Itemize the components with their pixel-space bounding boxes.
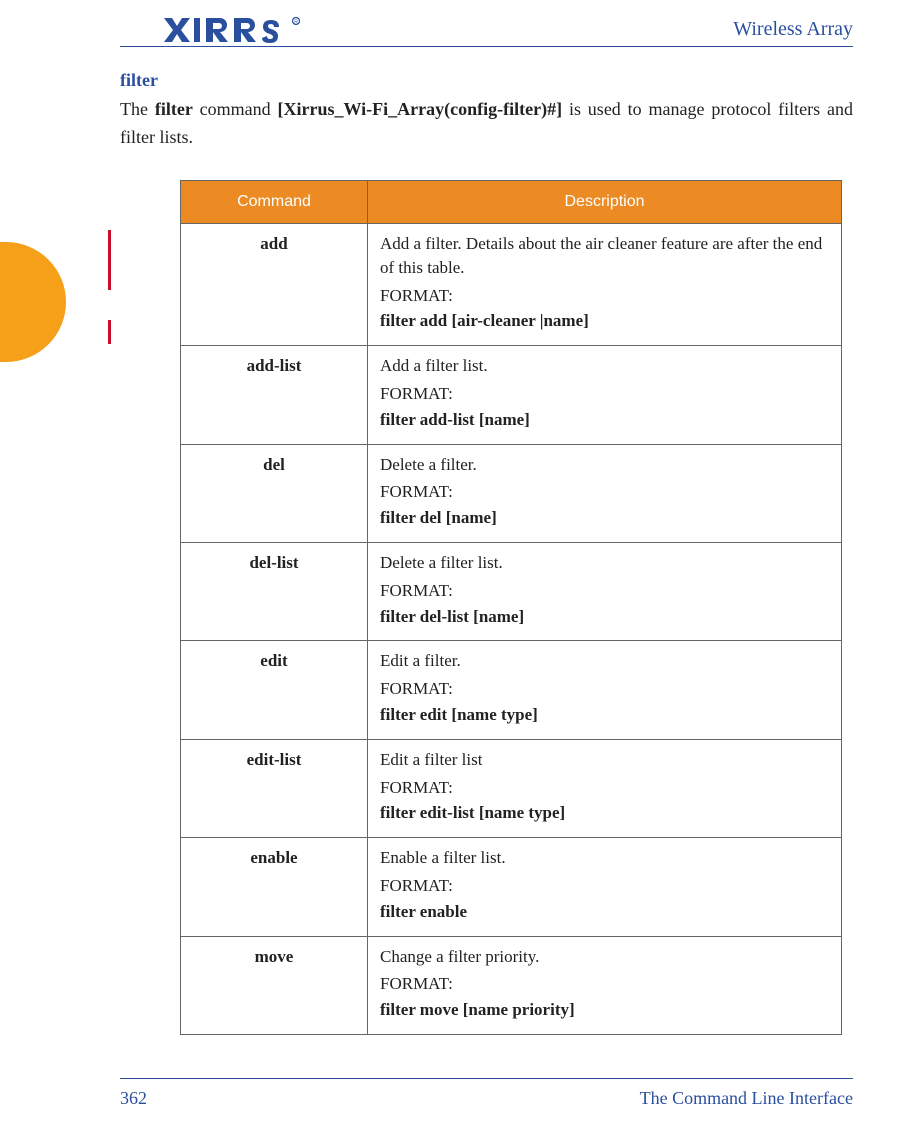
description-text: Change a filter priority. [380,945,829,969]
command-cell: edit [181,641,368,739]
xirrus-logo: R [164,16,304,44]
description-text: Delete a filter list. [380,551,829,575]
format-label: FORMAT: [380,284,829,308]
intro-text: command [193,99,278,119]
table-row: addAdd a filter. Details about the air c… [181,224,842,346]
command-cell: enable [181,838,368,936]
command-cell: del-list [181,542,368,640]
table-row: edit Edit a filter. FORMAT:filter edit [na… [181,641,842,739]
description-cell: Add a filter. Details about the air clea… [368,224,842,346]
header-doc-title: Wireless Array [733,18,853,41]
format-syntax: filter edit-list [name type] [380,801,829,825]
description-text: Delete a filter. [380,453,829,477]
header-rule [120,46,853,47]
table-row: del-list Delete a filter list. FORMAT:filt… [181,542,842,640]
column-header-description: Description [368,181,842,224]
format-syntax: filter move [name priority] [380,998,829,1022]
format-label: FORMAT: [380,972,829,996]
description-cell: Edit a filter. FORMAT:filter edit [name t… [368,641,842,739]
description-text: Add a filter. Details about the air clea… [380,232,829,280]
format-syntax: filter enable [380,900,829,924]
format-label: FORMAT: [380,382,829,406]
format-label: FORMAT: [380,480,829,504]
format-label: FORMAT: [380,677,829,701]
command-cell: edit-list [181,739,368,837]
table-row: edit-list Edit a filter list FORMAT:filter… [181,739,842,837]
intro-paragraph: The filter command [Xirrus_Wi-Fi_Array(c… [120,96,853,152]
table-row: add-list Add a filter list. FORMAT:filter … [181,346,842,444]
description-text: Enable a filter list. [380,846,829,870]
command-table: Command Description addAdd a filter. Det… [180,180,842,1035]
command-cell: move [181,936,368,1034]
change-bar [108,320,111,344]
table-row: enable Enable a filter list. FORMAT:filter… [181,838,842,936]
intro-bold-2: [Xirrus_Wi-Fi_Array(config-filter)#] [278,99,563,119]
footer-rule [120,1078,853,1079]
description-text: Edit a filter. [380,649,829,673]
format-syntax: filter edit [name type] [380,703,829,727]
svg-text:R: R [294,20,298,26]
format-label: FORMAT: [380,874,829,898]
command-cell: add [181,224,368,346]
format-syntax: filter del-list [name] [380,605,829,629]
description-cell: Delete a filter. FORMAT:filter del [name] [368,444,842,542]
description-text: Edit a filter list [380,748,829,772]
footer-section-title: The Command Line Interface [640,1088,853,1109]
format-label: FORMAT: [380,776,829,800]
section-heading: filter [120,70,158,91]
command-cell: add-list [181,346,368,444]
format-syntax: filter add-list [name] [380,408,829,432]
side-tab-marker [0,242,66,362]
column-header-command: Command [181,181,368,224]
command-cell: del [181,444,368,542]
description-cell: Edit a filter list FORMAT:filter edit-lis… [368,739,842,837]
format-syntax: filter del [name] [380,506,829,530]
change-bar [108,230,111,290]
format-syntax: filter add [air-cleaner |name] [380,309,829,333]
intro-bold-1: filter [155,99,193,119]
table-row: move Change a filter priority. FORMAT:filt… [181,936,842,1034]
table-row: del Delete a filter. FORMAT:filter del [na… [181,444,842,542]
description-cell: Enable a filter list. FORMAT:filter enabl… [368,838,842,936]
description-text: Add a filter list. [380,354,829,378]
intro-text: The [120,99,155,119]
format-label: FORMAT: [380,579,829,603]
page-number: 362 [120,1088,147,1109]
description-cell: Change a filter priority. FORMAT:filter m… [368,936,842,1034]
description-cell: Delete a filter list. FORMAT:filter del-l… [368,542,842,640]
description-cell: Add a filter list. FORMAT:filter add-list… [368,346,842,444]
